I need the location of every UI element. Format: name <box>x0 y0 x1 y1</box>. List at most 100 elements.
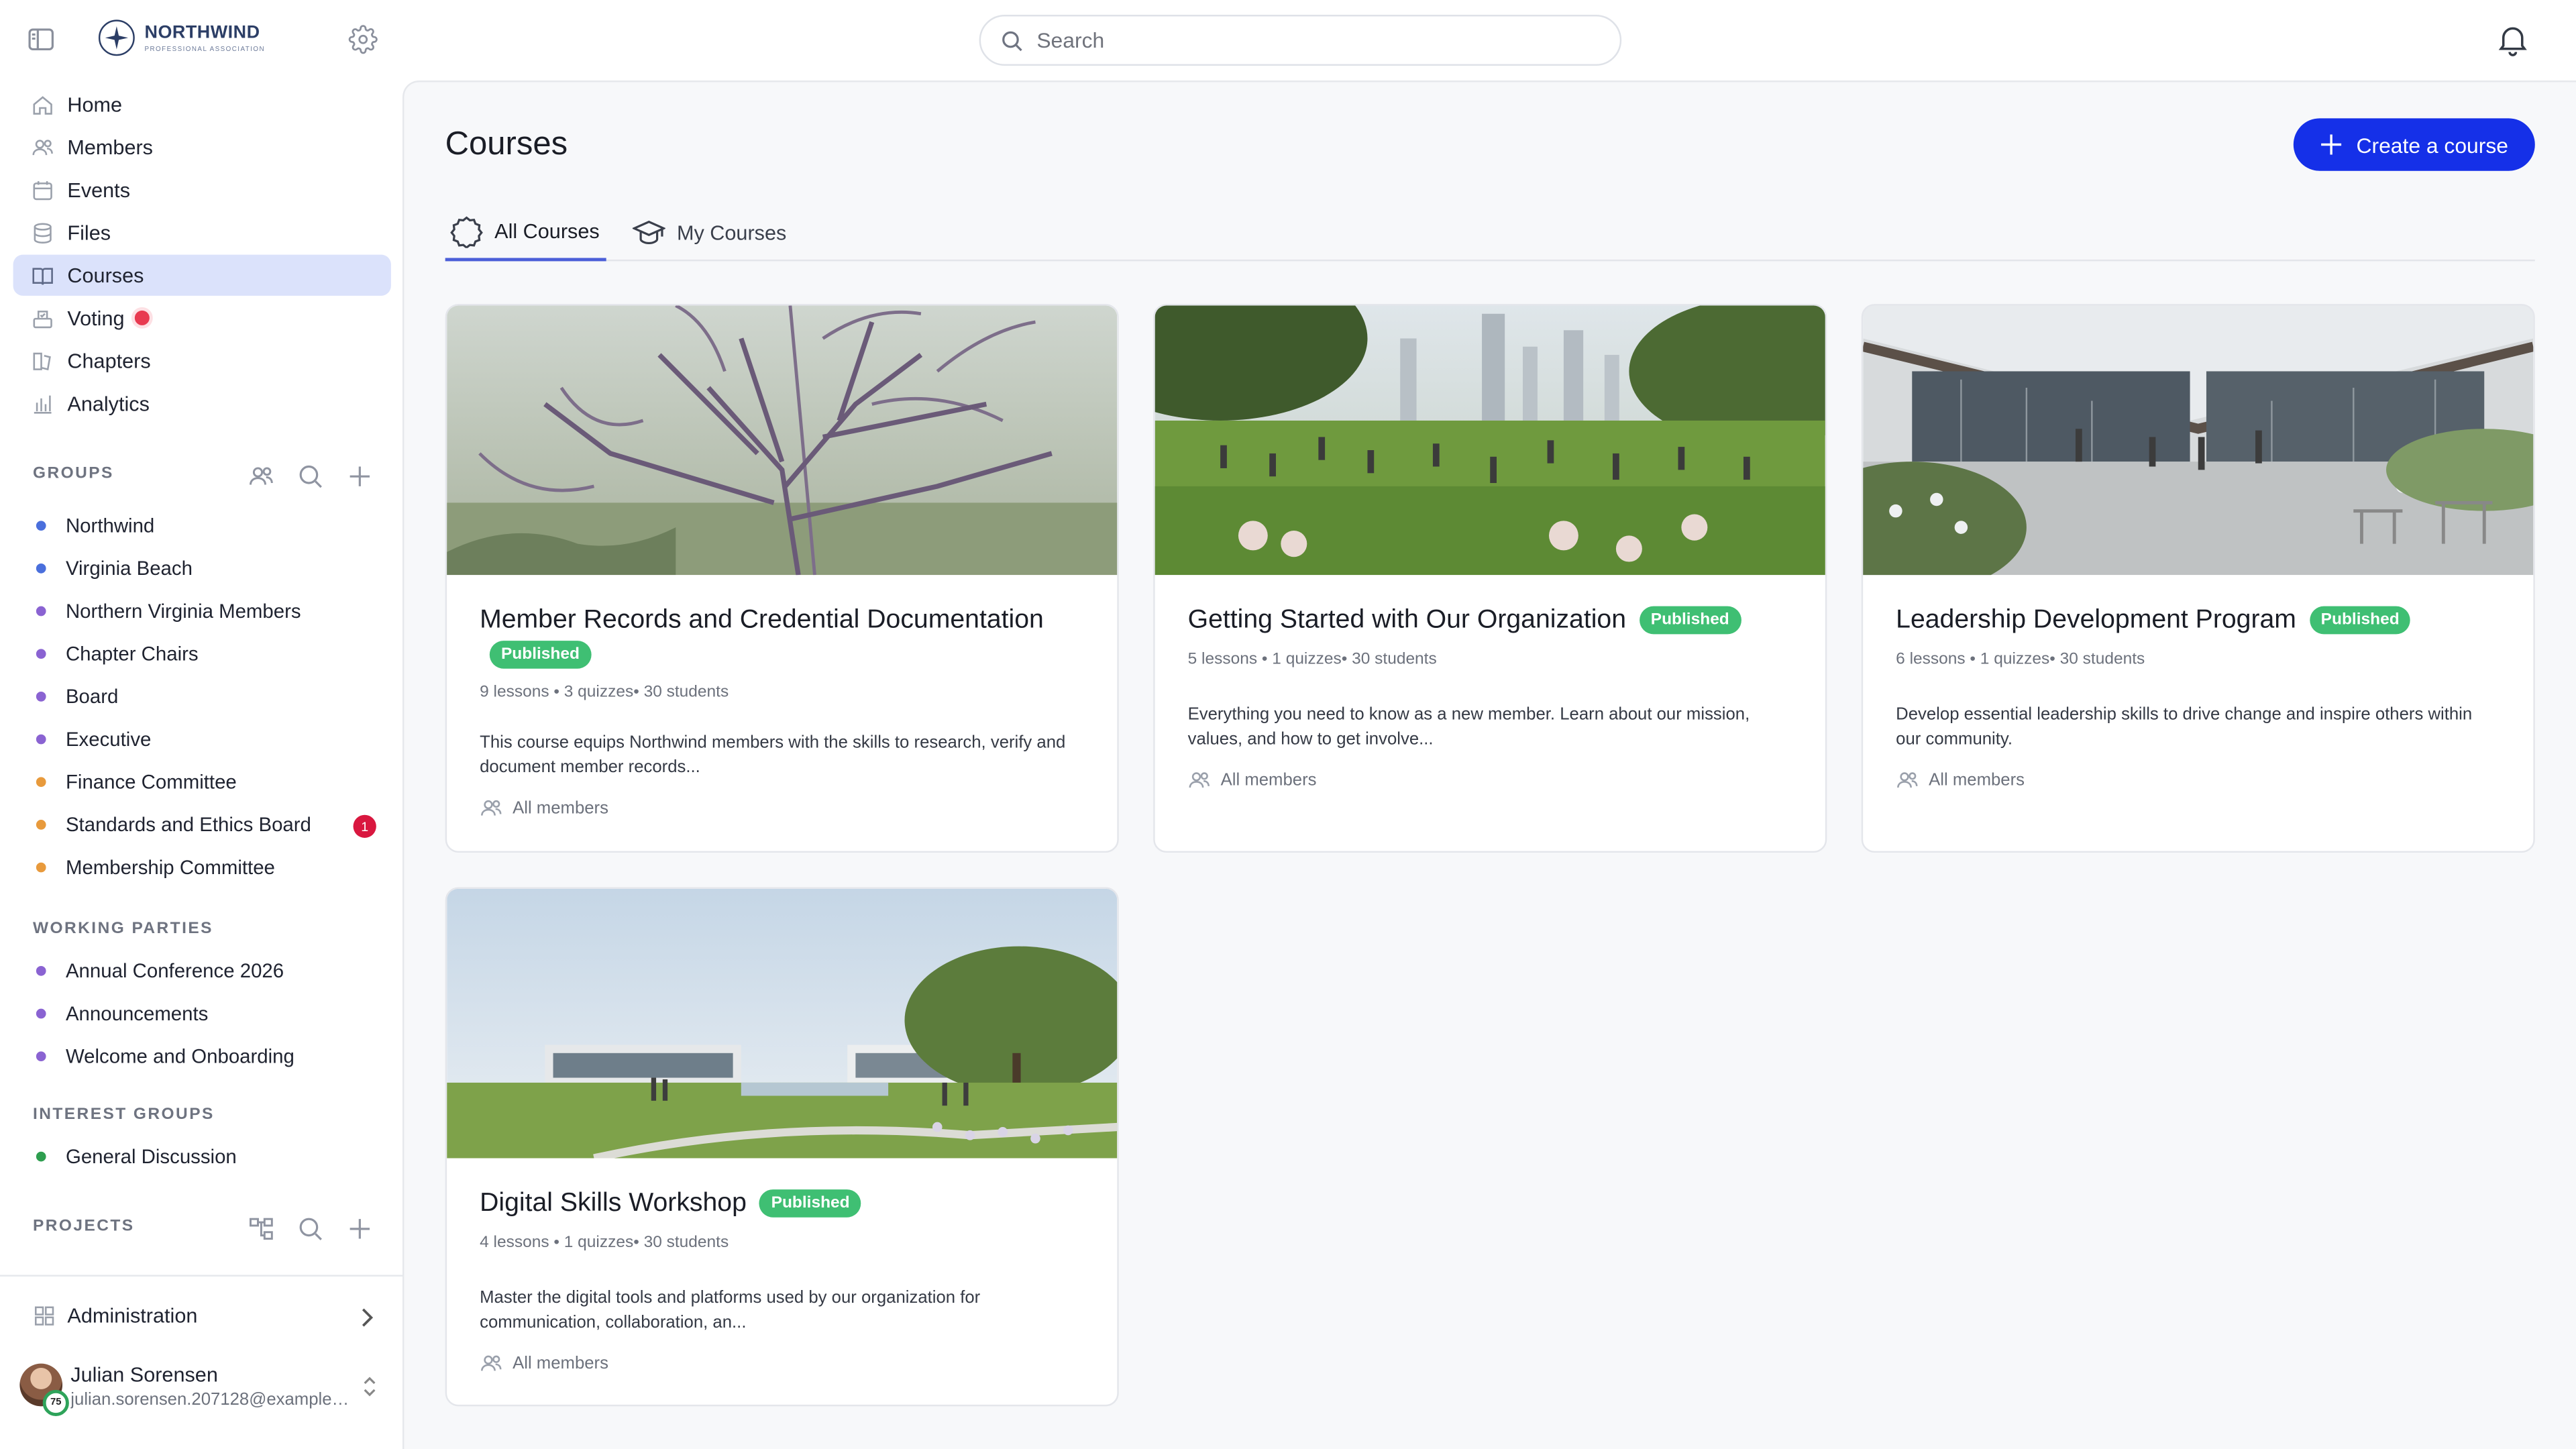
course-description: This course equips Northwind members wit… <box>480 733 1066 777</box>
user-name: Julian Sorensen <box>70 1363 218 1387</box>
course-title[interactable]: Digital Skills Workshop <box>480 1189 747 1218</box>
bell-icon[interactable] <box>2496 21 2530 58</box>
interest-groups-heading: INTEREST GROUPS <box>32 1106 215 1124</box>
chevron-up-down-icon[interactable] <box>360 1373 379 1399</box>
group-dot <box>36 820 46 830</box>
hierarchy-icon[interactable] <box>248 1216 274 1242</box>
course-card[interactable]: Digital Skills Workshop Published 4 lesso… <box>445 887 1119 1407</box>
group-item[interactable]: Standards and Ethics Board <box>36 810 311 839</box>
group-label: Northern Virginia Members <box>65 599 301 623</box>
book-icon <box>32 267 53 284</box>
course-card[interactable]: Leadership Development Program Published … <box>1861 304 2535 853</box>
audience-label: All members <box>1220 770 1317 790</box>
chapters-icon <box>33 352 51 370</box>
course-card[interactable]: Member Records and Credential Documentat… <box>445 304 1119 853</box>
nav-item-courses[interactable]: Courses <box>13 254 391 296</box>
group-label: Announcements <box>65 1002 209 1026</box>
course-description: Master the digital tools and platforms u… <box>480 1288 981 1333</box>
course-stats: 6 lessons • 1 quizzes• 30 students <box>1896 650 2145 669</box>
projects-heading: PROJECTS <box>32 1217 135 1236</box>
course-description: Everything you need to know as a new mem… <box>1187 704 1750 749</box>
nav-label: Voting <box>67 306 125 330</box>
group-label: Executive <box>65 727 152 751</box>
group-label: Virginia Beach <box>65 557 193 580</box>
group-item[interactable]: Executive <box>36 724 152 754</box>
course-audience: All members <box>480 797 1084 820</box>
search-bar[interactable] <box>979 15 1622 66</box>
calendar-icon <box>33 180 52 200</box>
group-dot <box>36 1008 46 1019</box>
people-icon[interactable] <box>248 464 274 490</box>
group-label: Welcome and Onboarding <box>65 1044 294 1068</box>
tab-my-courses[interactable]: My Courses <box>632 205 786 261</box>
group-dot <box>36 966 46 976</box>
group-dot <box>36 777 46 788</box>
people-icon <box>1897 772 1918 788</box>
search-icon[interactable] <box>297 464 323 490</box>
groups-actions <box>248 464 373 490</box>
group-item[interactable]: General Discussion <box>36 1142 237 1171</box>
group-item[interactable]: Board <box>36 682 118 711</box>
sidebar-toggle-icon[interactable] <box>26 25 56 54</box>
group-item[interactable]: Northwind <box>36 511 154 541</box>
course-card[interactable]: Getting Started with Our Organization Pub… <box>1153 304 1827 853</box>
search-input[interactable] <box>1036 28 1562 53</box>
group-dot <box>36 692 46 702</box>
course-thumbnail-campus <box>447 888 1118 1159</box>
group-item[interactable]: Annual Conference 2026 <box>36 956 284 985</box>
projects-actions <box>248 1216 373 1242</box>
group-item[interactable]: Finance Committee <box>36 767 237 797</box>
group-dot <box>36 734 46 745</box>
search-icon[interactable] <box>297 1216 323 1242</box>
course-thumbnail-bare-tree <box>447 305 1118 576</box>
group-label: Standards and Ethics Board <box>65 813 311 837</box>
group-item[interactable]: Welcome and Onboarding <box>36 1042 294 1071</box>
create-course-button[interactable]: Create a course <box>2293 118 2535 171</box>
nav-item-analytics[interactable]: Analytics <box>13 383 391 424</box>
nav-label: Courses <box>67 264 144 287</box>
nav-item-files[interactable]: Files <box>13 212 391 253</box>
group-dot <box>36 862 46 873</box>
course-title[interactable]: Getting Started with Our Organization <box>1188 606 1626 635</box>
nav-item-chapters[interactable]: Chapters <box>13 340 391 381</box>
course-thumbnail-park-crowd <box>1155 305 1825 576</box>
nav-label: Events <box>67 178 131 202</box>
plus-icon[interactable] <box>347 464 373 490</box>
group-item[interactable]: Chapter Chairs <box>36 639 199 669</box>
audience-label: All members <box>513 1353 609 1374</box>
group-label: Membership Committee <box>65 855 275 879</box>
gear-icon[interactable] <box>348 25 378 54</box>
group-label: General Discussion <box>65 1144 237 1169</box>
group-item[interactable]: Virginia Beach <box>36 553 193 583</box>
nav-item-events[interactable]: Events <box>13 169 391 210</box>
create-course-label: Create a course <box>2356 132 2509 157</box>
course-audience: All members <box>1188 769 1792 792</box>
nav-label: Home <box>67 93 123 116</box>
administration-link[interactable]: Administration <box>33 1305 197 1328</box>
working-parties-heading: WORKING PARTIES <box>32 920 213 938</box>
brand-tagline: PROFESSIONAL ASSOCIATION <box>144 43 266 52</box>
course-title[interactable]: Leadership Development Program <box>1896 606 2296 635</box>
group-item[interactable]: Membership Committee <box>36 853 275 882</box>
groups-heading: GROUPS <box>32 465 114 484</box>
chevron-right-icon[interactable] <box>356 1306 376 1329</box>
nav-item-members[interactable]: Members <box>13 127 391 168</box>
compass-logo-icon <box>98 19 135 56</box>
status-badge: Published <box>1639 606 1741 635</box>
nav-item-voting[interactable]: Voting <box>13 297 391 338</box>
plus-icon[interactable] <box>347 1216 373 1242</box>
database-icon <box>34 222 52 243</box>
course-title[interactable]: Member Records and Credential Documentat… <box>480 606 1044 635</box>
group-item[interactable]: Announcements <box>36 999 208 1028</box>
group-item[interactable]: Northern Virginia Members <box>36 596 301 626</box>
tab-all-courses[interactable]: All Courses <box>445 205 606 262</box>
brand-logo[interactable]: NORTHWIND PROFESSIONAL ASSOCIATION <box>98 19 266 56</box>
course-stats: 9 lessons • 3 quizzes• 30 students <box>480 683 729 702</box>
nav-item-home[interactable]: Home <box>13 84 391 125</box>
course-audience: All members <box>1896 769 2500 792</box>
app-window: NORTHWIND PROFESSIONAL ASSOCIATION Home … <box>0 0 2576 1449</box>
group-dot <box>36 521 46 531</box>
analytics-icon <box>34 394 52 413</box>
people-icon <box>1189 772 1210 788</box>
plus-icon <box>2321 134 2342 155</box>
